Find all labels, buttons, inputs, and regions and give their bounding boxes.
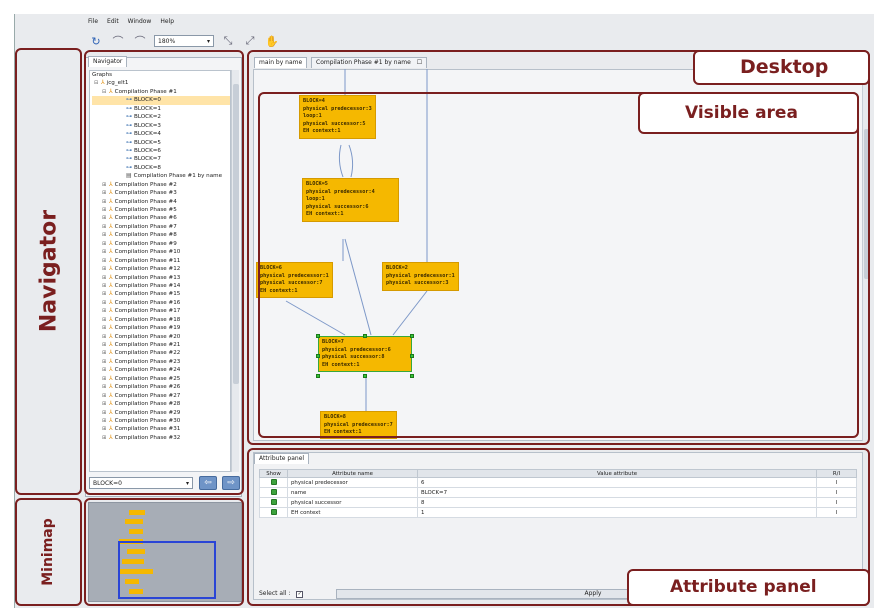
toolbar: ↻ ⌒ ⌒ 180% ▾ ⤡ ⤢ ✋ — [88, 32, 280, 50]
zoom-in-icon[interactable]: ⤡ — [220, 34, 236, 48]
zoom-select[interactable]: 180% ▾ — [154, 35, 214, 47]
attribute-panel-annotation-label: Attribute panel — [670, 577, 817, 597]
visible-area-label: Visible area — [685, 103, 798, 123]
menu-bar: File Edit Window Help — [88, 18, 174, 28]
navigator-area-frame — [84, 50, 244, 495]
desktop-annotation-label: Desktop — [740, 56, 829, 78]
menu-window[interactable]: Window — [128, 18, 152, 28]
navigator-annotation-label: Navigator — [36, 209, 62, 333]
refresh-icon[interactable]: ↻ — [88, 34, 104, 48]
layout-alt-icon[interactable]: ⌒ — [132, 34, 148, 48]
zoom-value: 180% — [158, 38, 176, 45]
menu-edit[interactable]: Edit — [107, 18, 119, 28]
menu-help[interactable]: Help — [160, 18, 174, 28]
chevron-down-icon: ▾ — [206, 38, 210, 45]
zoom-out-icon[interactable]: ⤢ — [242, 34, 258, 48]
visible-area-frame — [258, 92, 859, 438]
minimap-annotation-label: Minimap — [40, 518, 56, 586]
menu-file[interactable]: File — [88, 18, 98, 28]
minimap-area-frame — [84, 498, 244, 606]
hand-tool-icon[interactable]: ✋ — [264, 34, 280, 48]
layout-icon[interactable]: ⌒ — [110, 34, 126, 48]
